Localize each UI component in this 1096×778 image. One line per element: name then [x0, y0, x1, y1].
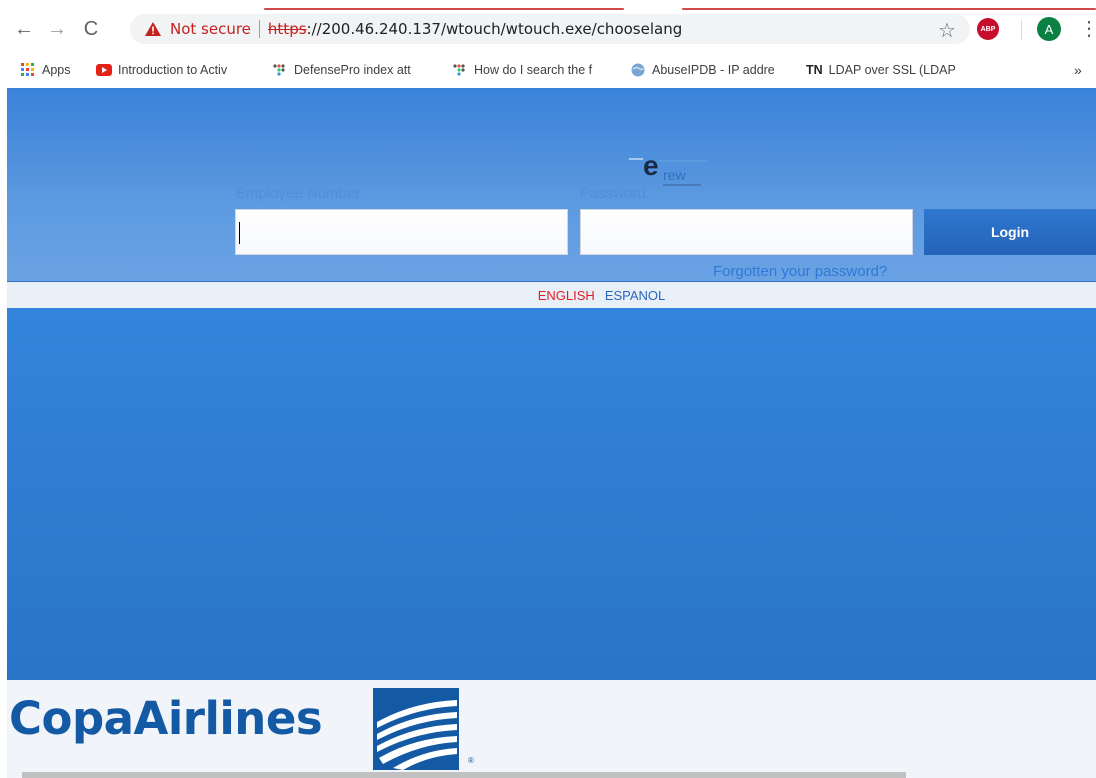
page-content: e rew Employee Number Password Login For…	[7, 88, 1096, 778]
profile-avatar[interactable]: A	[1037, 17, 1061, 41]
erew-logo: e rew	[629, 150, 707, 186]
employee-number-input[interactable]	[235, 209, 568, 255]
forgot-password-link[interactable]: Forgotten your password?	[713, 263, 887, 280]
content-area	[7, 308, 1096, 680]
bookmark-how-do-i-search[interactable]: How do I search the f	[452, 58, 612, 82]
address-bar[interactable]: Not secure https ://200.46.240.137/wtouc…	[130, 14, 970, 44]
bookmark-ldap[interactable]: TN LDAP over SSL (LDAP	[806, 58, 966, 82]
back-button[interactable]: ←	[12, 17, 36, 41]
svg-text:rew: rew	[663, 167, 686, 183]
url-text: ://200.46.240.137/wtouch/wtouch.exe/choo…	[306, 20, 683, 38]
copa-airlines-logo-text: CopaAirlines	[9, 692, 323, 745]
bookmark-label: DefensePro index att	[294, 63, 411, 77]
adblock-plus-icon[interactable]: ABP	[977, 18, 999, 40]
forward-button[interactable]: →	[45, 17, 69, 41]
language-spanish-link[interactable]: ESPANOL	[605, 288, 665, 303]
employee-number-label: Employee Number	[236, 185, 361, 202]
login-header: e rew Employee Number Password Login For…	[7, 88, 1096, 281]
bookmark-apps[interactable]: Apps	[20, 58, 71, 82]
password-input[interactable]	[580, 209, 913, 255]
not-secure-label: Not secure	[170, 20, 251, 38]
warning-icon	[145, 22, 161, 36]
bookmark-introduction[interactable]: Introduction to Activ	[96, 58, 256, 82]
url-scheme: https	[267, 20, 307, 38]
bookmark-label: Apps	[42, 63, 71, 77]
toolbar-divider	[1021, 20, 1022, 40]
footer: CopaAirlines ®	[7, 680, 1096, 778]
dots-icon	[452, 62, 468, 78]
password-label: Password	[580, 185, 646, 202]
browser-chrome: ← → C Not secure https ://200.46.240.137…	[0, 0, 1096, 88]
tab-edge	[682, 8, 1096, 10]
globe-icon	[630, 62, 646, 78]
login-button[interactable]: Login	[924, 209, 1096, 255]
separator	[258, 20, 260, 38]
horizontal-scrollbar[interactable]	[22, 772, 906, 778]
reload-button[interactable]: C	[79, 17, 103, 41]
apps-grid-icon	[20, 62, 36, 78]
tn-icon: TN	[806, 63, 823, 77]
language-english-link[interactable]: ENGLISH	[538, 288, 595, 303]
copa-airlines-logo-icon	[373, 688, 459, 770]
bookmark-label: How do I search the f	[474, 63, 593, 77]
bookmark-abuseipdb[interactable]: AbuseIPDB - IP addre	[630, 58, 790, 82]
text-caret	[239, 222, 240, 244]
svg-text:e: e	[643, 150, 659, 181]
language-bar: ENGLISH ESPANOL	[7, 281, 1096, 308]
dots-icon	[272, 62, 288, 78]
bookmark-star-icon[interactable]: ☆	[938, 18, 956, 43]
bookmarks-overflow-icon[interactable]: »	[1074, 62, 1082, 78]
youtube-icon	[96, 62, 112, 78]
bookmark-label: LDAP over SSL (LDAP	[828, 63, 956, 77]
registered-mark: ®	[468, 756, 474, 765]
bookmark-label: Introduction to Activ	[118, 63, 228, 77]
tab-edge	[264, 8, 624, 10]
bookmark-label: AbuseIPDB - IP addre	[652, 63, 775, 77]
browser-menu-icon[interactable]: ⋮	[1079, 16, 1096, 41]
bookmark-defensepro[interactable]: DefensePro index att	[272, 58, 438, 82]
